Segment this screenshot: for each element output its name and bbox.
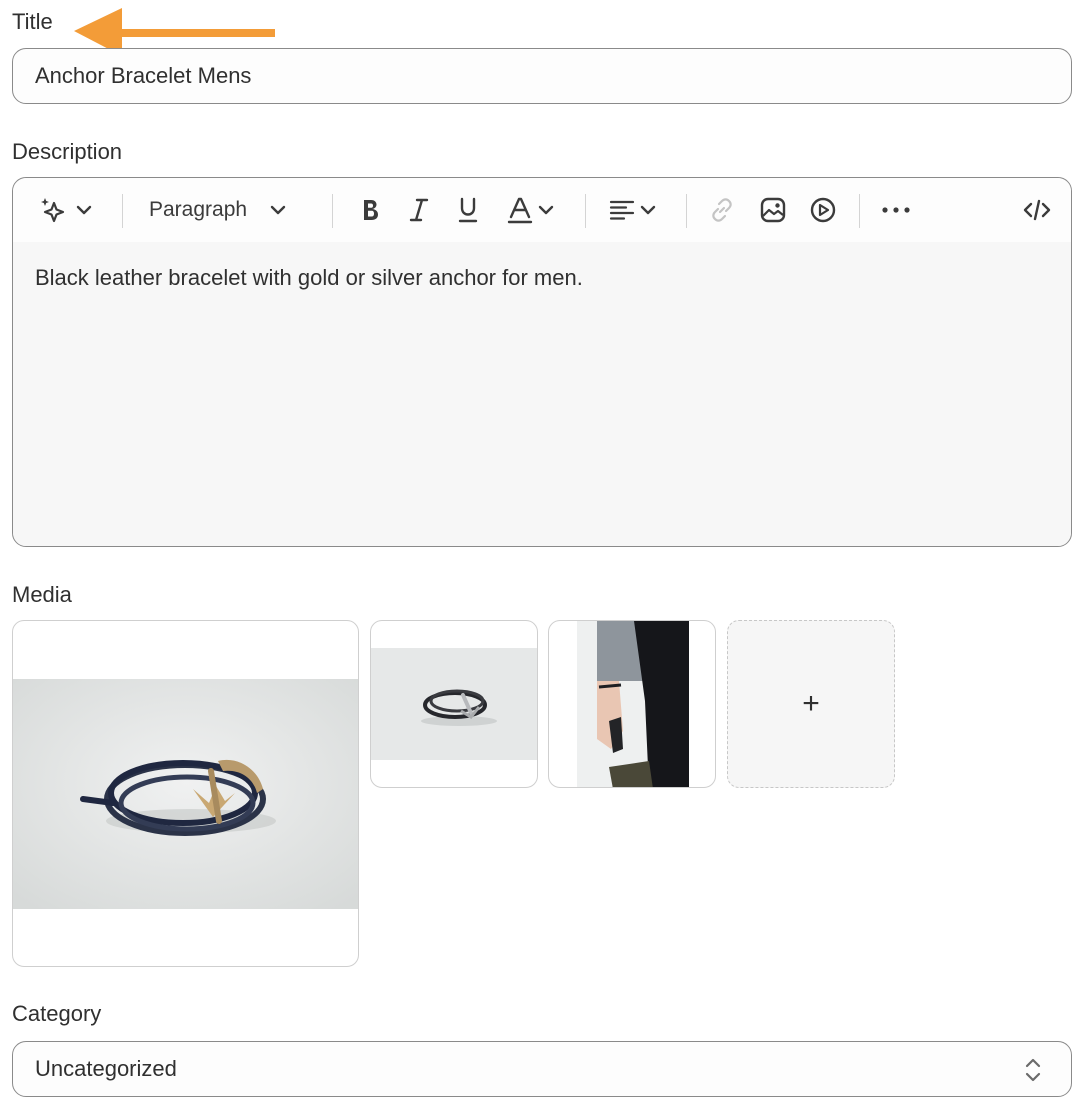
category-select[interactable]: Uncategorized [12, 1041, 1072, 1097]
title-input[interactable]: Anchor Bracelet Mens [12, 48, 1072, 104]
title-input-value: Anchor Bracelet Mens [35, 63, 252, 88]
sparkle-icon [41, 198, 65, 223]
media-image-3[interactable] [548, 620, 716, 788]
play-circle-icon [810, 197, 836, 223]
description-text: Black leather bracelet with gold or silv… [35, 265, 583, 290]
toolbar-separator [585, 194, 586, 228]
ai-magic-button[interactable] [35, 196, 97, 224]
underline-icon [458, 197, 478, 223]
italic-button[interactable] [404, 196, 434, 224]
category-select-value: Uncategorized [35, 1056, 177, 1081]
bracelet-photo-main [13, 679, 358, 909]
category-label: Category [12, 1001, 102, 1026]
code-icon [1023, 199, 1051, 221]
insert-image-button[interactable] [757, 196, 789, 224]
more-options-button[interactable] [879, 196, 913, 224]
link-icon [712, 198, 732, 222]
media-image-2[interactable] [370, 620, 538, 788]
code-view-button[interactable] [1019, 196, 1055, 224]
toolbar-separator [859, 194, 860, 228]
chevron-down-icon [270, 205, 286, 215]
media-image-1[interactable] [12, 620, 359, 967]
select-arrows-icon [1025, 1058, 1041, 1082]
chevron-down-icon [640, 205, 656, 215]
text-color-icon [507, 197, 533, 224]
block-format-label: Paragraph [149, 198, 248, 221]
image-icon [760, 197, 786, 223]
more-horizontal-icon [882, 207, 910, 213]
add-media-button[interactable]: + [727, 620, 895, 788]
toolbar-separator [122, 194, 123, 228]
chevron-down-icon [76, 205, 92, 215]
media-label: Media [12, 582, 72, 607]
editor-toolbar: Paragraph [13, 178, 1071, 242]
description-editor[interactable]: Paragraph Black leather bracelet with go… [12, 177, 1072, 547]
title-label: Title [12, 9, 53, 34]
bracelet-photo-worn [577, 621, 689, 787]
chevron-down-icon [538, 205, 554, 215]
bracelet-photo-table [371, 648, 537, 760]
description-label: Description [12, 139, 123, 164]
link-button[interactable] [706, 196, 738, 224]
block-format-select[interactable]: Paragraph [149, 196, 309, 224]
align-left-icon [609, 200, 635, 220]
insert-video-button[interactable] [807, 196, 839, 224]
toolbar-separator [686, 194, 687, 228]
add-media-label: + [802, 687, 820, 720]
toolbar-separator [332, 194, 333, 228]
align-button[interactable] [607, 196, 659, 224]
italic-icon [409, 198, 429, 222]
editor-content-area[interactable]: Black leather bracelet with gold or silv… [13, 242, 1071, 546]
bold-button[interactable] [355, 196, 385, 224]
text-color-button[interactable] [505, 196, 557, 224]
bold-icon [364, 200, 378, 220]
underline-button[interactable] [453, 196, 483, 224]
